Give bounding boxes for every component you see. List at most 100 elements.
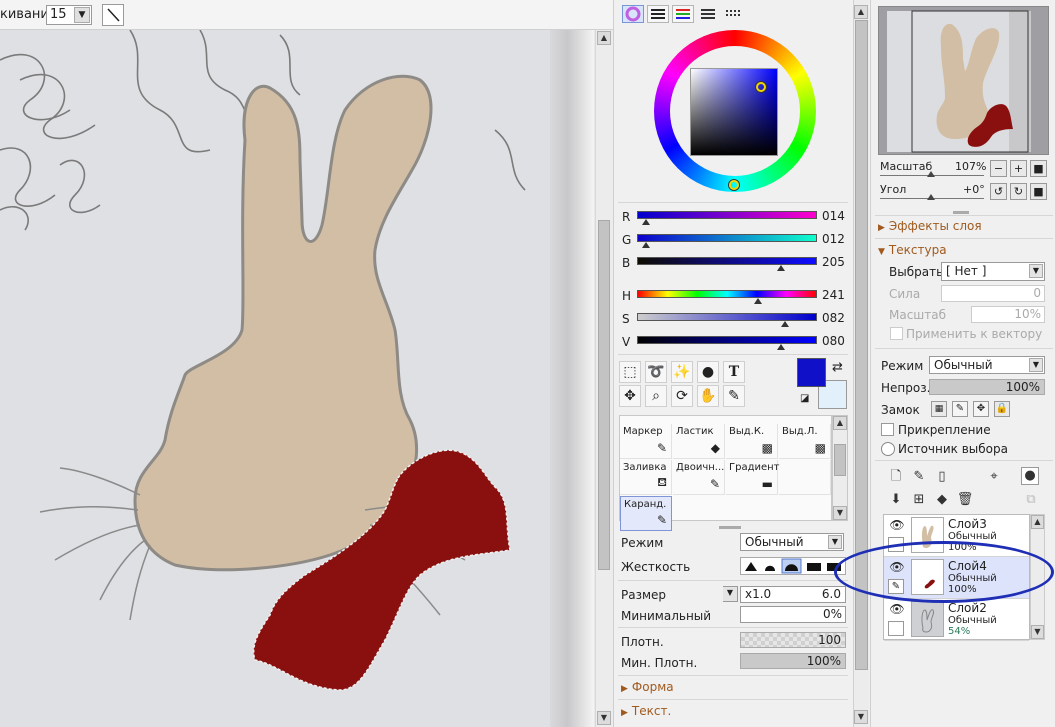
clear-layer-button[interactable]: ◆ bbox=[932, 490, 952, 510]
record-button[interactable]: ● bbox=[1021, 467, 1039, 485]
add-frame-button[interactable]: ⧉ bbox=[1021, 490, 1041, 510]
scroll-up-icon[interactable]: ▲ bbox=[854, 5, 868, 19]
channel-bar[interactable] bbox=[637, 290, 817, 298]
slider-handle[interactable] bbox=[780, 321, 789, 327]
texture-select[interactable]: [ Нет ] ▼ bbox=[941, 262, 1045, 281]
layer-checkbox[interactable] bbox=[888, 621, 904, 636]
brush-slot[interactable]: Выд.Л. ▩ bbox=[779, 424, 831, 459]
new-vector-layer-button[interactable]: ✎ bbox=[909, 467, 929, 487]
tool-panel-scrollbar[interactable]: ▲ ▼ bbox=[853, 0, 869, 727]
eyedropper-tool[interactable]: ✎ bbox=[723, 385, 745, 407]
rotate-tool[interactable]: ⟳ bbox=[671, 385, 693, 407]
sv-marker-icon[interactable] bbox=[756, 82, 766, 92]
slider-handle[interactable] bbox=[777, 265, 785, 271]
rotate-reset-button[interactable]: ■ bbox=[1030, 183, 1047, 200]
slider-r[interactable]: R 014 bbox=[622, 207, 848, 229]
scroll-up-icon[interactable]: ▲ bbox=[597, 31, 611, 45]
opacity-slider[interactable]: 100% bbox=[929, 379, 1045, 395]
brush-grid-scrollbar[interactable]: ▲ ▼ bbox=[832, 415, 848, 521]
scroll-down-icon[interactable]: ▼ bbox=[1031, 625, 1044, 639]
lock-transparency-button[interactable]: ▦ bbox=[931, 401, 947, 417]
layer-effects-toggle[interactable]: ▶ Эффекты слоя bbox=[878, 219, 982, 233]
delete-layer-button[interactable]: 🗑 bbox=[955, 490, 975, 510]
layer-move-tool[interactable]: ● bbox=[697, 361, 719, 383]
reset-colors-icon[interactable]: ◪ bbox=[800, 393, 809, 404]
transform-button[interactable]: ⌖ bbox=[984, 467, 1004, 487]
brush-slot[interactable]: Заливка ⛾ bbox=[620, 460, 672, 495]
swatch-list-mode-button[interactable] bbox=[697, 5, 719, 23]
brush-slot[interactable]: Выд.К. ▩ bbox=[726, 424, 778, 459]
magic-wand-tool[interactable]: ✨ bbox=[671, 361, 693, 383]
brush-slot[interactable]: Ластик ◆ bbox=[673, 424, 725, 459]
strength-input[interactable]: 0 bbox=[941, 285, 1045, 302]
brush-slot[interactable]: Градиент ▬ bbox=[726, 460, 780, 495]
canvas-vertical-scrollbar[interactable]: ▲ ▼ bbox=[595, 30, 613, 727]
merge-down-button[interactable]: ⊞ bbox=[909, 490, 929, 510]
scroll-up-icon[interactable]: ▲ bbox=[1031, 515, 1044, 529]
brush-slot[interactable] bbox=[779, 460, 831, 495]
blend-mode-select[interactable]: Обычный ▼ bbox=[929, 356, 1045, 374]
text-section-toggle[interactable]: ▶ Текст. bbox=[621, 704, 671, 718]
transfer-down-button[interactable]: ⬇ bbox=[886, 490, 906, 510]
rotate-right-button[interactable]: ↻ bbox=[1010, 183, 1027, 200]
move-tool[interactable]: ✥ bbox=[619, 385, 641, 407]
min-density-slider[interactable]: 100% bbox=[740, 653, 846, 669]
new-layer-button[interactable]: 🗋 bbox=[886, 467, 906, 487]
channel-bar[interactable] bbox=[637, 313, 817, 321]
channel-bar[interactable] bbox=[637, 211, 817, 219]
size-input[interactable]: x1.0 6.0 bbox=[740, 586, 846, 603]
texture-scale-input[interactable]: 10% bbox=[971, 306, 1045, 323]
scroll-thumb[interactable] bbox=[598, 220, 610, 570]
saturation-value-square[interactable] bbox=[690, 68, 778, 156]
slider-b[interactable]: B 205 bbox=[622, 253, 848, 275]
slider-handle[interactable] bbox=[753, 298, 762, 304]
channel-bar[interactable] bbox=[637, 257, 817, 265]
slider-h[interactable]: H 241 bbox=[622, 286, 848, 308]
slider-handle[interactable] bbox=[642, 242, 650, 248]
brush-slot[interactable]: Двоичн... ✎ bbox=[673, 460, 725, 495]
channel-bar[interactable] bbox=[637, 336, 817, 344]
lock-paint-button[interactable]: ✎ bbox=[952, 401, 968, 417]
rotate-left-button[interactable]: ↺ bbox=[990, 183, 1007, 200]
scroll-down-icon[interactable]: ▼ bbox=[833, 506, 847, 520]
lock-all-button[interactable]: 🔒 bbox=[994, 401, 1010, 417]
color-wheel-mode-button[interactable] bbox=[622, 5, 644, 23]
straight-line-toggle[interactable] bbox=[102, 4, 124, 26]
zoom-slider-handle[interactable] bbox=[927, 171, 935, 177]
min-size-input[interactable]: 0% bbox=[740, 606, 846, 623]
slider-handle[interactable] bbox=[777, 344, 785, 350]
zoom-tool[interactable]: ⌕ bbox=[645, 385, 667, 407]
zoom-out-button[interactable]: − bbox=[990, 160, 1007, 177]
rgb-sliders-mode-button[interactable] bbox=[647, 5, 669, 23]
brush-slot[interactable]: Каранд. ✎ bbox=[620, 496, 672, 531]
canvas-area[interactable]: ▲ ▼ кивание 15 ▼ bbox=[0, 0, 613, 727]
slider-s[interactable]: S 082 bbox=[622, 309, 848, 331]
scroll-down-icon[interactable]: ▼ bbox=[597, 711, 611, 725]
hsv-sliders-mode-button[interactable] bbox=[672, 5, 694, 23]
brush-slot[interactable]: Маркер ✎ bbox=[620, 424, 672, 459]
layer-row[interactable]: 👁 Слой2 Обычный 54% bbox=[884, 599, 1029, 641]
text-tool[interactable]: T bbox=[723, 361, 745, 383]
drawing-canvas[interactable] bbox=[0, 30, 595, 727]
lasso-tool[interactable]: ➰ bbox=[645, 361, 667, 383]
zoom-reset-button[interactable]: ■ bbox=[1030, 160, 1047, 177]
clipping-checkbox[interactable] bbox=[881, 423, 894, 436]
brush-mode-select[interactable]: Обычный ▼ bbox=[740, 533, 844, 551]
size-unit-dropdown[interactable]: ▼ bbox=[723, 586, 738, 602]
navigator-preview[interactable] bbox=[878, 6, 1049, 155]
primary-color-swatch[interactable] bbox=[797, 358, 826, 387]
scroll-up-icon[interactable]: ▲ bbox=[833, 416, 847, 430]
color-wheel[interactable] bbox=[654, 30, 816, 192]
hand-tool[interactable]: ✋ bbox=[697, 385, 719, 407]
visibility-eye-icon[interactable]: 👁 bbox=[886, 602, 908, 618]
lock-move-button[interactable]: ✥ bbox=[973, 401, 989, 417]
zoom-in-button[interactable]: + bbox=[1010, 160, 1027, 177]
hardness-selector[interactable] bbox=[740, 557, 846, 575]
hue-marker-icon[interactable] bbox=[729, 180, 739, 190]
density-slider[interactable]: 100 bbox=[740, 632, 846, 648]
slider-handle[interactable] bbox=[642, 219, 650, 225]
swap-colors-icon[interactable]: ⇄ bbox=[832, 360, 843, 375]
selection-source-radio[interactable] bbox=[881, 442, 895, 456]
channel-bar[interactable] bbox=[637, 234, 817, 242]
visibility-eye-icon[interactable]: 👁 bbox=[886, 518, 908, 534]
